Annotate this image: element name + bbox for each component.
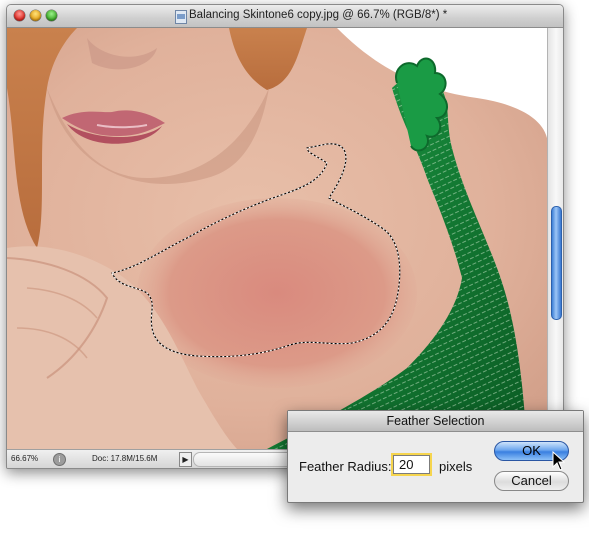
- mouse-pointer-icon: [552, 451, 566, 471]
- feather-radius-label: Feather Radius:: [299, 459, 392, 474]
- image-canvas[interactable]: [7, 28, 547, 449]
- close-window-button[interactable]: [14, 10, 25, 21]
- info-icon[interactable]: i: [53, 453, 66, 466]
- cancel-button[interactable]: Cancel: [494, 471, 569, 491]
- feather-radius-input[interactable]: [393, 455, 430, 474]
- document-window: Balancing Skintone6 copy.jpg @ 66.7% (RG…: [6, 4, 564, 469]
- zoom-window-button[interactable]: [46, 10, 57, 21]
- vertical-scroll-thumb[interactable]: [551, 206, 562, 320]
- zoom-level-field[interactable]: 66.67%: [11, 453, 51, 465]
- window-title: Balancing Skintone6 copy.jpg @ 66.7% (RG…: [189, 9, 448, 21]
- document-size-readout: Doc: 17.8M/15.6M: [92, 454, 158, 463]
- photo: [7, 28, 547, 449]
- units-label: pixels: [439, 459, 473, 474]
- feather-selection-dialog: Feather Selection Feather Radius: pixels…: [287, 410, 584, 503]
- window-titlebar[interactable]: Balancing Skintone6 copy.jpg @ 66.7% (RG…: [7, 5, 563, 28]
- document-icon: [175, 10, 187, 24]
- dialog-title: Feather Selection: [288, 411, 583, 432]
- minimize-window-button[interactable]: [30, 10, 41, 21]
- vertical-scrollbar[interactable]: [547, 28, 563, 449]
- status-menu-arrow-icon[interactable]: ▶: [179, 452, 192, 467]
